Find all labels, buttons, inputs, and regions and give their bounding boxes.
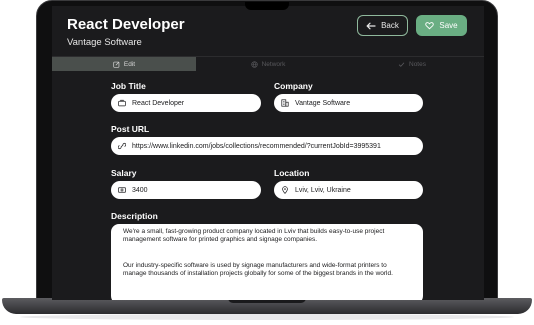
building-icon [281,99,289,107]
job-title-value: React Developer [132,99,185,107]
job-title-label: Job Title [111,81,146,91]
description-label: Description [111,211,158,221]
page-title: React Developer [67,16,185,33]
edit-icon [113,61,120,68]
tab-network-label: Network [261,60,286,68]
description-paragraph: We're a small, fast-growing product comp… [123,228,385,243]
tab-notes[interactable]: Notes [340,57,484,71]
app-screen: React Developer Vantage Software Back Sa… [52,6,484,300]
tab-edit-label: Edit [123,60,136,68]
location-label: Location [274,168,310,178]
back-button-label: Back [381,21,399,30]
laptop-frame: React Developer Vantage Software Back Sa… [0,0,534,325]
page-header: React Developer Vantage Software Back Sa… [52,6,484,56]
back-button[interactable]: Back [357,15,408,36]
heart-icon [425,22,435,30]
salary-label: Salary [111,168,137,178]
salary-field[interactable]: 3400 [111,181,261,199]
post-url-field[interactable]: https://www.linkedin.com/jobs/collection… [111,137,423,155]
laptop-shadow [20,314,514,320]
description-textarea[interactable]: We're a small, fast-growing product comp… [111,224,423,300]
save-button-label: Save [439,21,458,30]
map-pin-icon [282,186,288,194]
job-title-field[interactable]: React Developer [111,94,261,112]
company-field[interactable]: Vantage Software [274,94,423,112]
money-icon [118,187,126,193]
briefcase-icon [118,99,126,107]
tab-bar: Edit Network Notes [52,56,484,71]
location-field[interactable]: Lviv, Lviv, Ukraine [274,181,423,199]
company-subtitle: Vantage Software [67,37,142,48]
post-url-label: Post URL [111,124,150,134]
post-url-value: https://www.linkedin.com/jobs/collection… [132,142,381,150]
network-icon [250,60,258,68]
arrow-left-icon [366,22,376,29]
tab-network[interactable]: Network [196,57,340,71]
salary-value: 3400 [132,186,148,194]
save-button[interactable]: Save [416,15,467,36]
camera-notch [245,2,289,10]
company-label: Company [274,81,313,91]
tab-notes-label: Notes [409,60,426,68]
location-value: Lviv, Lviv, Ukraine [295,186,351,194]
check-icon [398,61,405,67]
company-value: Vantage Software [295,99,351,107]
description-paragraph: Our industry-specific software is used b… [123,262,393,277]
tab-edit[interactable]: Edit [52,57,196,71]
link-icon [118,142,126,150]
